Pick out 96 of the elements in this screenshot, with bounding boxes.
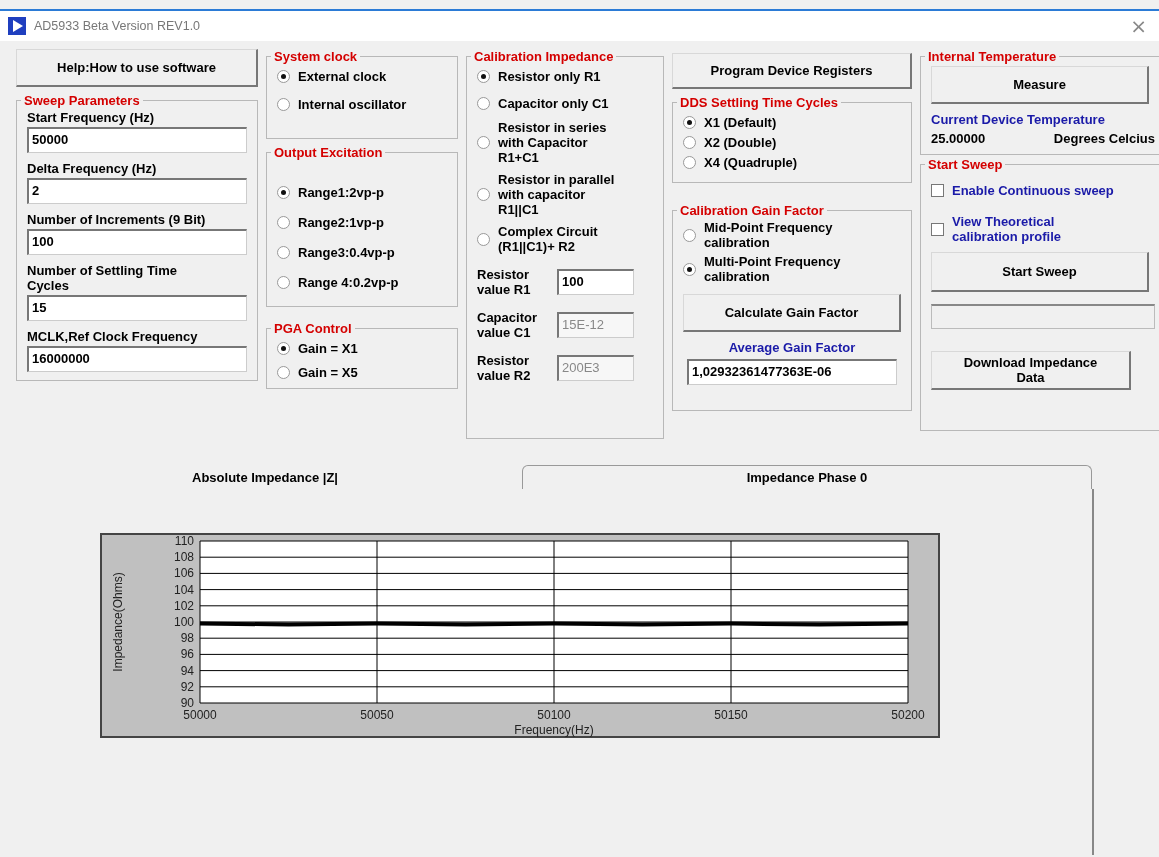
group-title: Sweep Parameters [23, 93, 141, 108]
radio-button[interactable] [477, 69, 490, 83]
group-title: Output Excitation [273, 145, 384, 160]
result-label: Average Gain Factor [727, 340, 857, 355]
input-field[interactable]: 2 [27, 178, 247, 204]
radio-button[interactable] [683, 262, 696, 276]
radio-button[interactable] [683, 228, 696, 242]
radio-button[interactable] [277, 69, 290, 83]
radio-button[interactable] [277, 275, 290, 289]
y-tick-label: 100 [173, 615, 194, 629]
radio-label: Gain = X1 [298, 340, 358, 356]
app-logo-icon [8, 17, 26, 35]
y-tick-label: 106 [173, 566, 194, 581]
input-field[interactable]: 100 [557, 269, 634, 295]
y-tick-label: 94 [180, 663, 194, 678]
radio-label: Complex Circuit (R1||C1)+ R2 [498, 224, 598, 254]
group-title: Start Sweep [927, 157, 1004, 172]
group-title: DDS Settling Time Cycles [679, 95, 839, 110]
radio-button[interactable] [277, 245, 290, 259]
input-field[interactable]: 15 [27, 295, 247, 321]
measure-button[interactable]: Measure [931, 66, 1149, 104]
group-title: Internal Temperature [927, 49, 1058, 64]
radio-button[interactable] [683, 115, 696, 129]
radio-button[interactable] [277, 215, 290, 229]
radio-button[interactable] [477, 136, 490, 149]
radio-label: Range 4:0.2vp-p [298, 274, 399, 290]
field-label: Number of Increments (9 Bit) [27, 212, 207, 227]
radio-button[interactable] [477, 232, 490, 246]
checkbox-label: Enable Continuous sweep [952, 182, 1114, 198]
download-data-button[interactable]: Download Impedance Data [931, 351, 1131, 390]
y-tick-label: 102 [173, 598, 194, 613]
radio-label: X2 (Double) [704, 134, 777, 150]
help-button[interactable]: Help:How to use software [16, 49, 258, 87]
y-tick-label: 90 [180, 696, 194, 710]
temperature-label: Current Device Temperature [931, 112, 1106, 127]
x-tick-label: 50000 [183, 708, 217, 722]
radio-label: Multi-Point Frequency calibration [704, 254, 841, 284]
radio-button[interactable] [277, 365, 290, 379]
radio-label: Internal oscillator [298, 96, 407, 112]
input-field[interactable]: 50000 [27, 127, 247, 153]
group-title: Calibration Impedance [473, 49, 615, 64]
y-tick-label: 92 [180, 679, 194, 694]
start-sweep-button[interactable]: Start Sweep [931, 252, 1149, 292]
window-title: AD5933 Beta Version REV1.0 [34, 19, 202, 33]
x-tick-label: 50200 [891, 708, 925, 722]
radio-label: Resistor only R1 [498, 68, 601, 84]
y-tick-label: 110 [174, 534, 194, 548]
group-title: PGA Control [273, 321, 353, 336]
y-tick-label: 104 [173, 582, 194, 597]
input-field[interactable]: 100 [27, 229, 247, 255]
y-tick-label: 98 [180, 631, 194, 646]
group-title: System clock [273, 49, 359, 64]
field-label: Resistor value R1 [477, 267, 532, 297]
radio-button[interactable] [277, 185, 290, 199]
radio-button[interactable] [683, 135, 696, 149]
program-registers-button[interactable]: Program Device Registers [672, 53, 912, 89]
field-label: Start Frequency (Hz) [27, 110, 156, 125]
input-field[interactable]: 16000000 [27, 346, 247, 372]
x-axis-title: Frequency(Hz) [514, 723, 594, 737]
radio-label: Range3:0.4vp-p [298, 244, 395, 260]
radio-label: External clock [298, 68, 387, 84]
field-label: Resistor value R2 [477, 353, 532, 383]
checkbox-label: View Theoretical calibration profile [952, 214, 1062, 244]
checkbox[interactable] [931, 222, 944, 236]
temperature-value: 25.00000 [931, 131, 986, 146]
x-tick-label: 50050 [360, 708, 394, 722]
radio-button[interactable] [477, 96, 490, 110]
y-tick-label: 96 [180, 647, 194, 662]
radio-label: Resistor in parallel with capacitor R1||C1 [498, 172, 615, 217]
field-label: MCLK,Ref Clock Frequency [27, 329, 199, 344]
radio-label: X4 (Quadruple) [704, 154, 798, 170]
radio-button[interactable] [683, 155, 696, 169]
radio-label: Resistor in series with Capacitor R1+C1 [498, 120, 607, 165]
temperature-unit: Degrees Celcius [1053, 131, 1155, 146]
radio-button[interactable] [277, 97, 290, 111]
x-tick-label: 50150 [714, 708, 748, 722]
y-tick-label: 108 [173, 550, 194, 565]
radio-label: Mid-Point Frequency calibration [704, 220, 833, 250]
close-button[interactable]: × [1126, 14, 1151, 38]
x-tick-label: 50100 [537, 708, 571, 722]
checkbox[interactable] [931, 183, 944, 197]
field-label: Number of Settling Time Cycles [27, 263, 178, 293]
radio-label: Range2:1vp-p [298, 214, 384, 230]
tab[interactable]: Impedance Phase 0 [522, 465, 1092, 489]
radio-label: Capacitor only C1 [498, 95, 609, 111]
field-label: Capacitor value C1 [477, 310, 538, 340]
y-axis-title: Impedance(Ohms) [111, 572, 125, 672]
radio-label: Gain = X5 [298, 364, 358, 380]
gain-factor-field[interactable]: 1,02932361477363E-06 [687, 359, 897, 385]
radio-button[interactable] [477, 188, 490, 201]
radio-label: X1 (Default) [704, 114, 777, 130]
radio-label: Range1:2vp-p [298, 184, 384, 200]
calculate-gain-button[interactable]: Calculate Gain Factor [683, 294, 901, 332]
radio-button[interactable] [277, 341, 290, 355]
group-title: Calibration Gain Factor [679, 203, 825, 218]
field-label: Delta Frequency (Hz) [27, 161, 158, 176]
